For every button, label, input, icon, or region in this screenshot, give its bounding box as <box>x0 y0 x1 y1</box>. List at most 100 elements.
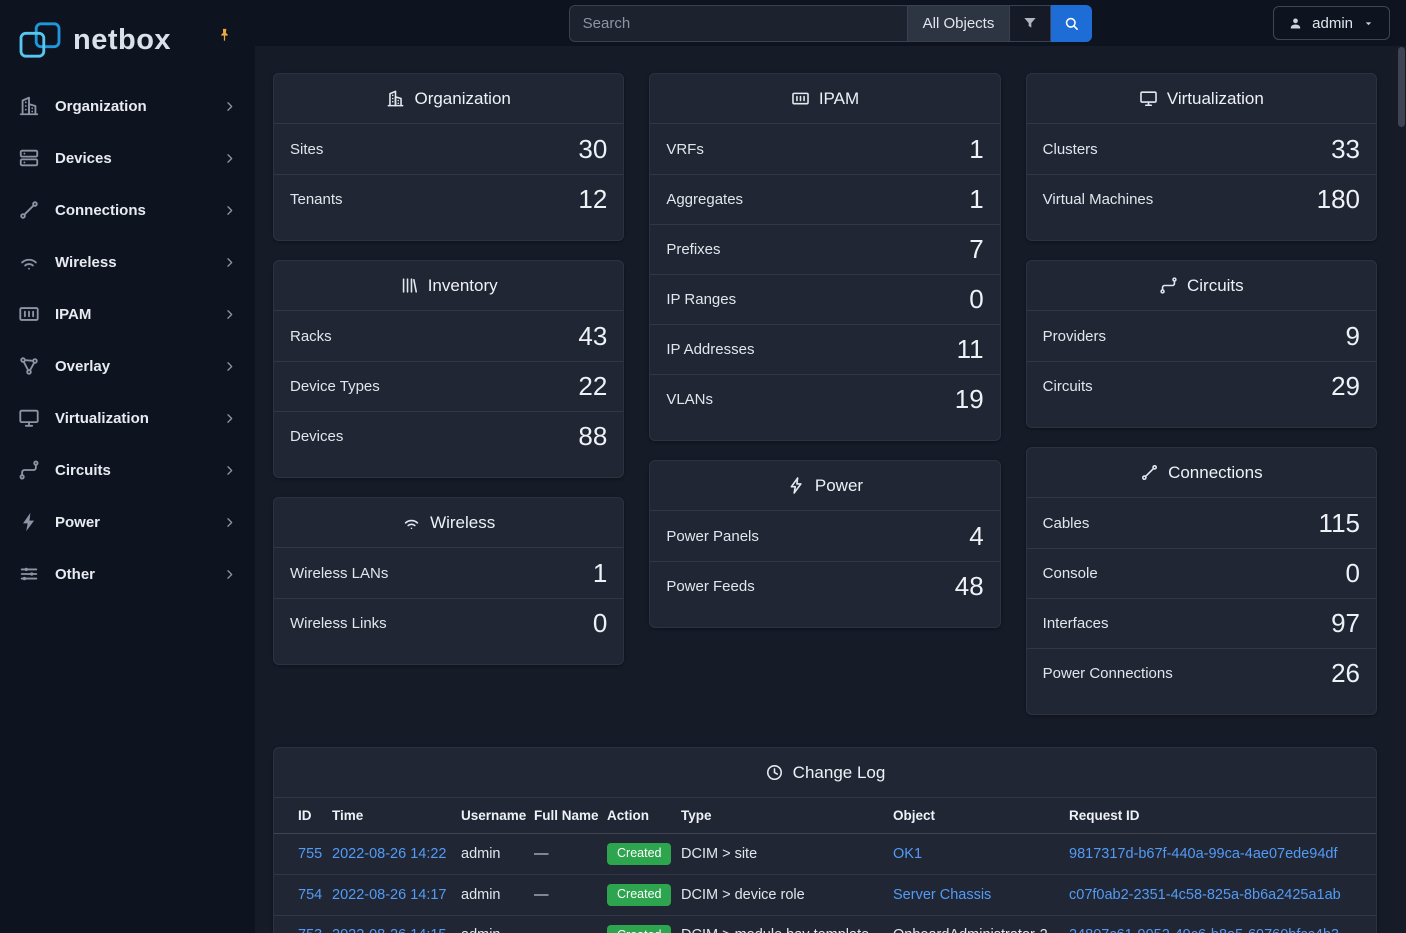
id-link[interactable]: 755 <box>298 846 322 862</box>
stat-label: Power Feeds <box>666 578 754 595</box>
time-link[interactable]: 2022-08-26 14:22 <box>332 846 447 862</box>
sidebar-item-power[interactable]: Power <box>0 496 255 548</box>
stat-label: Cables <box>1043 515 1090 532</box>
changelog-header-row: IDTimeUsernameFull NameActionTypeObjectR… <box>274 798 1376 834</box>
card-ipam: IPAMVRFs1Aggregates1Prefixes7IP Ranges0I… <box>649 73 1000 441</box>
stat-row-interfaces[interactable]: Interfaces97 <box>1027 598 1376 648</box>
stat-row-racks[interactable]: Racks43 <box>274 311 623 361</box>
stat-label: Prefixes <box>666 241 720 258</box>
request-id-link[interactable]: 9817317d-b67f-440a-99ca-4ae07ede94df <box>1069 846 1337 862</box>
stat-row-vlans[interactable]: VLANs19 <box>650 374 999 424</box>
stat-value: 88 <box>578 421 607 452</box>
cell-object: Server Chassis <box>885 874 1061 915</box>
scrollbar-thumb[interactable] <box>1398 47 1405 127</box>
stat-row-tenants[interactable]: Tenants12 <box>274 174 623 224</box>
stat-row-devices[interactable]: Devices88 <box>274 411 623 461</box>
search-input[interactable] <box>569 5 907 42</box>
stat-row-clusters[interactable]: Clusters33 <box>1027 124 1376 174</box>
server-icon <box>18 147 40 169</box>
stat-row-cables[interactable]: Cables115 <box>1027 498 1376 548</box>
request-id-link[interactable]: 24807c61-9952-49c6-b8a5-69760bfcc4b3 <box>1069 927 1339 933</box>
cell-full-name: — <box>526 915 599 933</box>
stat-value: 29 <box>1331 371 1360 402</box>
sidebar-item-circuits[interactable]: Circuits <box>0 444 255 496</box>
filter-button[interactable] <box>1010 5 1051 42</box>
user-name: admin <box>1312 15 1353 32</box>
chevron-right-icon <box>222 411 237 426</box>
sidebar-item-ipam[interactable]: IPAM <box>0 288 255 340</box>
type-text: DCIM > site <box>681 846 757 862</box>
column-header-full-name: Full Name <box>526 798 599 834</box>
id-link[interactable]: 753 <box>298 927 322 933</box>
sidebar-item-devices[interactable]: Devices <box>0 132 255 184</box>
stat-row-device-types[interactable]: Device Types22 <box>274 361 623 411</box>
stat-row-wireless-links[interactable]: Wireless Links0 <box>274 598 623 648</box>
column-header-type: Type <box>673 798 885 834</box>
stat-value: 1 <box>593 558 607 589</box>
search-submit-button[interactable] <box>1051 5 1092 42</box>
stat-row-virtual-machines[interactable]: Virtual Machines 180 <box>1027 174 1376 224</box>
cell-username: admin <box>453 915 526 933</box>
request-id-link[interactable]: c07f0ab2-2351-4c58-825a-8b6a2425a1ab <box>1069 887 1341 903</box>
table-row: 7542022-08-26 14:17admin—CreatedDCIM > d… <box>274 874 1376 915</box>
cell-object: OnboardAdministrator-2 <box>885 915 1061 933</box>
stat-row-ip-addresses[interactable]: IP Addresses11 <box>650 324 999 374</box>
dashboard: OrganizationSites30Tenants12InventoryRac… <box>273 73 1377 715</box>
stat-row-circuits[interactable]: Circuits29 <box>1027 361 1376 411</box>
counter-icon <box>18 303 40 325</box>
stat-row-providers[interactable]: Providers9 <box>1027 311 1376 361</box>
stat-row-sites[interactable]: Sites30 <box>274 124 623 174</box>
funnel-icon <box>1022 15 1038 31</box>
stat-row-wireless-lans[interactable]: Wireless LANs1 <box>274 548 623 598</box>
stat-value: 22 <box>578 371 607 402</box>
cell-full-name: — <box>526 874 599 915</box>
sidebar-item-connections[interactable]: Connections <box>0 184 255 236</box>
changelog-table: IDTimeUsernameFull NameActionTypeObjectR… <box>274 798 1376 933</box>
stat-row-power-panels[interactable]: Power Panels4 <box>650 511 999 561</box>
stat-row-aggregates[interactable]: Aggregates1 <box>650 174 999 224</box>
card-connections: ConnectionsCables115Console0Interfaces97… <box>1026 447 1377 715</box>
stat-label: Virtual Machines <box>1043 191 1154 208</box>
stat-row-vrfs[interactable]: VRFs1 <box>650 124 999 174</box>
stat-label: Interfaces <box>1043 615 1109 632</box>
sidebar-item-virtualization[interactable]: Virtualization <box>0 392 255 444</box>
type-text: DCIM > device role <box>681 887 805 903</box>
chevron-right-icon <box>222 359 237 374</box>
cable-icon <box>1140 463 1159 482</box>
cell-type: DCIM > site <box>673 834 885 875</box>
sidebar-item-wireless[interactable]: Wireless <box>0 236 255 288</box>
stat-value: 33 <box>1331 134 1360 165</box>
stat-row-ip-ranges[interactable]: IP Ranges0 <box>650 274 999 324</box>
object-type-dropdown[interactable]: All Objects <box>907 5 1011 42</box>
stat-row-prefixes[interactable]: Prefixes7 <box>650 224 999 274</box>
time-link[interactable]: 2022-08-26 14:17 <box>332 887 447 903</box>
card-header: Connections <box>1027 448 1376 498</box>
object-link[interactable]: OK1 <box>893 846 922 862</box>
changelog-card: Change Log IDTimeUsernameFull NameAction… <box>273 747 1377 933</box>
id-link[interactable]: 754 <box>298 887 322 903</box>
stat-row-power-connections[interactable]: Power Connections26 <box>1027 648 1376 698</box>
changelog-title: Change Log <box>793 763 886 783</box>
stat-label: VRFs <box>666 141 704 158</box>
brand[interactable]: netbox <box>0 0 255 80</box>
sidebar-item-other[interactable]: Other <box>0 548 255 600</box>
stat-row-console[interactable]: Console0 <box>1027 548 1376 598</box>
card-inventory: InventoryRacks43Device Types22Devices88 <box>273 260 624 478</box>
monitor-icon <box>1139 89 1158 108</box>
sidebar-item-organization[interactable]: Organization <box>0 80 255 132</box>
sidebar-item-label: Other <box>55 566 207 583</box>
stat-value: 180 <box>1317 184 1360 215</box>
user-menu-button[interactable]: admin <box>1273 6 1390 40</box>
stat-row-power-feeds[interactable]: Power Feeds48 <box>650 561 999 611</box>
cell-full-name: — <box>526 834 599 875</box>
object-link[interactable]: Server Chassis <box>893 887 991 903</box>
sidebar-item-label: Overlay <box>55 358 207 375</box>
pin-icon[interactable] <box>217 27 232 42</box>
chevron-right-icon <box>222 151 237 166</box>
sidebar-item-overlay[interactable]: Overlay <box>0 340 255 392</box>
search-group: All Objects <box>569 5 1093 42</box>
stat-label: Tenants <box>290 191 343 208</box>
chevron-right-icon <box>222 99 237 114</box>
time-link[interactable]: 2022-08-26 14:15 <box>332 927 447 933</box>
sliders-icon <box>18 563 40 585</box>
